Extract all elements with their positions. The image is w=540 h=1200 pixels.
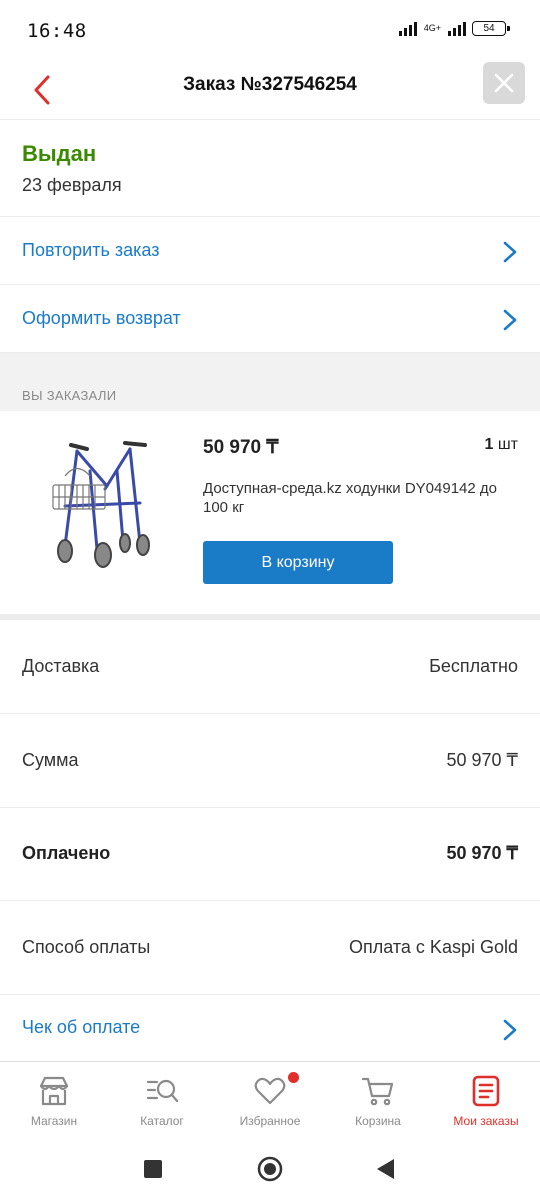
chevron-right-icon	[503, 309, 517, 331]
product-card: 50 970 ₸ 1 шт Доступная-среда.kz ходунки…	[0, 411, 540, 614]
receipt-link[interactable]: Чек об оплате	[0, 995, 540, 1061]
product-image[interactable]	[35, 431, 165, 569]
nav-item-shop[interactable]: Магазин	[0, 1062, 108, 1141]
return-order-link[interactable]: Оформить возврат	[0, 285, 540, 353]
product-quantity: 1 шт	[484, 436, 518, 454]
sum-label: Сумма	[22, 750, 79, 770]
bottom-nav: Магазин Каталог Избранное Корзина Мои за…	[0, 1061, 540, 1141]
nav-label-favorites: Избранное	[239, 1114, 301, 1128]
status-bar: 16:48 4G+ 54	[0, 0, 540, 60]
payment-method-label: Способ оплаты	[22, 937, 151, 957]
store-icon	[39, 1076, 69, 1106]
nav-item-my-orders[interactable]: Мои заказы	[432, 1062, 540, 1141]
quantity-number: 1	[484, 436, 494, 453]
product-price: 50 970 ₸	[203, 437, 279, 458]
order-date: 23 февраля	[22, 175, 122, 195]
delivery-value: Бесплатно	[429, 656, 518, 676]
quantity-unit: шт	[497, 436, 518, 453]
paid-value: 50 970 ₸	[446, 843, 518, 863]
payment-method-value: Оплата с Kaspi Gold	[349, 937, 518, 957]
delivery-row: Доставка Бесплатно	[0, 620, 540, 714]
catalog-search-icon	[146, 1079, 179, 1103]
back-triangle-icon[interactable]	[372, 1155, 400, 1183]
nav-label-catalog: Каталог	[140, 1114, 184, 1128]
orders-icon	[472, 1075, 500, 1107]
nav-item-catalog[interactable]: Каталог	[108, 1062, 216, 1141]
nav-item-cart[interactable]: Корзина	[324, 1062, 432, 1141]
status-time: 16:48	[27, 20, 87, 42]
heart-icon	[254, 1077, 286, 1105]
recent-apps-icon[interactable]	[139, 1155, 167, 1183]
header: Заказ №327546254	[0, 60, 540, 120]
system-nav-bar	[0, 1141, 540, 1200]
nav-label-my-orders: Мои заказы	[453, 1114, 519, 1128]
product-name[interactable]: Доступная-среда.kz ходунки DY049142 до 1…	[203, 479, 503, 517]
cart-icon	[361, 1077, 394, 1106]
receipt-label: Чек об оплате	[22, 1017, 141, 1037]
ordered-section-header: ВЫ ЗАКАЗАЛИ	[0, 353, 540, 411]
chevron-right-icon	[503, 241, 517, 263]
paid-row: Оплачено 50 970 ₸	[0, 807, 540, 901]
page-title: Заказ №327546254	[183, 74, 357, 95]
signal-icon	[398, 20, 417, 36]
battery-icon: 54	[472, 20, 510, 36]
favorites-badge	[288, 1072, 299, 1083]
sum-value: 50 970 ₸	[446, 750, 518, 770]
status-icons: 4G+ 54	[398, 20, 510, 36]
order-status-block: Выдан 23 февраля	[0, 120, 540, 217]
signal-icon-2	[448, 20, 466, 36]
nav-item-favorites[interactable]: Избранное	[216, 1062, 324, 1141]
nav-label-shop: Магазин	[30, 1114, 78, 1128]
close-button[interactable]	[483, 62, 525, 104]
repeat-order-label: Повторить заказ	[22, 240, 160, 260]
payment-method-row: Способ оплаты Оплата с Kaspi Gold	[0, 901, 540, 995]
paid-label: Оплачено	[22, 843, 111, 863]
add-to-cart-button[interactable]: В корзину	[203, 541, 393, 584]
nav-label-cart: Корзина	[355, 1114, 401, 1128]
sum-row: Сумма 50 970 ₸	[0, 714, 540, 808]
chevron-right-icon	[503, 1019, 517, 1041]
order-status: Выдан	[22, 141, 97, 166]
section-title: ВЫ ЗАКАЗАЛИ	[22, 388, 117, 403]
delivery-label: Доставка	[22, 656, 100, 676]
return-order-label: Оформить возврат	[22, 308, 181, 328]
close-icon	[494, 73, 514, 93]
repeat-order-link[interactable]: Повторить заказ	[0, 217, 540, 285]
home-icon[interactable]	[256, 1155, 284, 1183]
network-type-label: 4G+	[423, 22, 441, 33]
